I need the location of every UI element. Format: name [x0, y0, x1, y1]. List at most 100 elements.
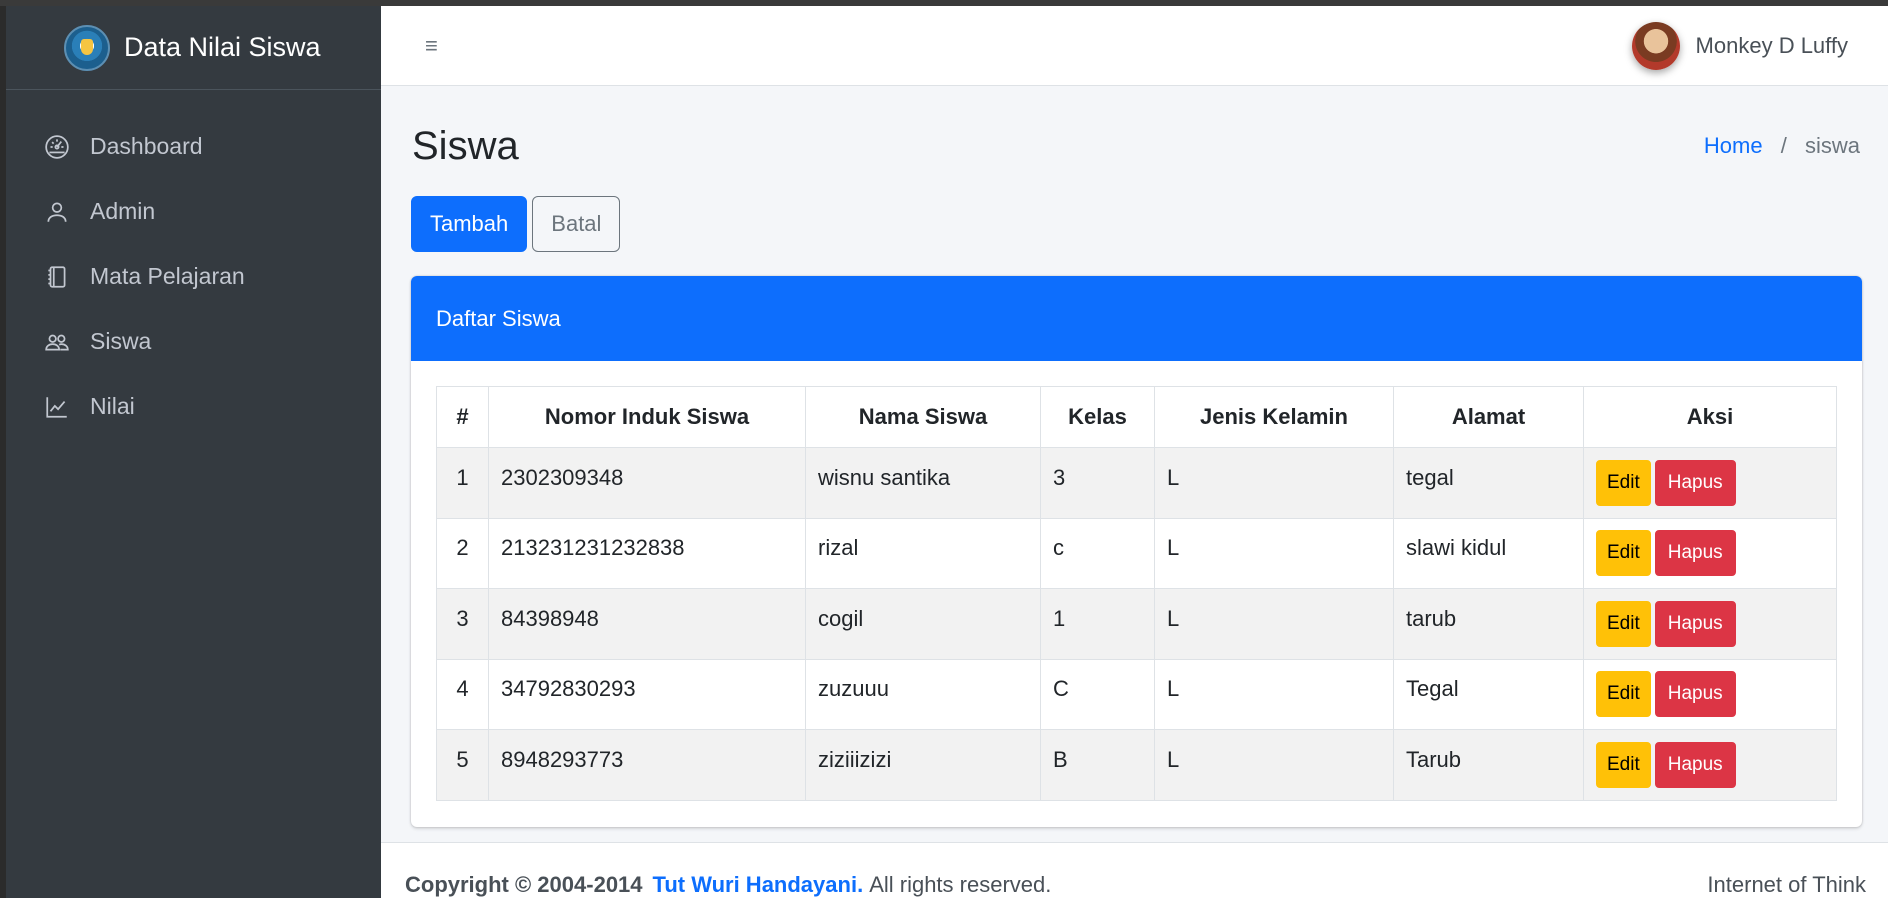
sidebar-item-label: Siswa	[90, 328, 152, 354]
aksi-cell: Edit Hapus	[1583, 658, 1837, 730]
aksi-cell: Edit Hapus	[1583, 588, 1837, 660]
table-row: 4 34792830293 zuzuuu C L Tegal Edit Hapus	[436, 658, 1837, 730]
alamat-cell: tegal	[1393, 447, 1584, 519]
column-header: Jenis Kelamin	[1154, 386, 1394, 448]
kelas-cell: 1	[1040, 588, 1155, 660]
tambah-button[interactable]: Tambah	[411, 196, 528, 252]
kelas-cell: c	[1040, 517, 1155, 589]
user-icon	[44, 199, 70, 225]
batal-button[interactable]: Batal	[532, 196, 621, 252]
page-title: Siswa	[412, 123, 519, 168]
sidebar-item-siswa[interactable]: Siswa	[6, 309, 381, 374]
alamat-cell: Tegal	[1393, 658, 1584, 730]
table-header-row: # Nomor Induk Siswa Nama Siswa Kelas Jen…	[436, 386, 1837, 448]
kelas-cell: 3	[1040, 447, 1155, 519]
alamat-cell: tarub	[1393, 588, 1584, 660]
aksi-cell: Edit Hapus	[1583, 517, 1837, 589]
breadcrumb-current: siswa	[1804, 133, 1860, 158]
row-number: 3	[436, 588, 489, 660]
aksi-cell: Edit Hapus	[1583, 729, 1837, 801]
table-row: 5 8948293773 ziziiizizi B L Tarub Edit Ha…	[436, 729, 1837, 801]
edit-button[interactable]: Edit	[1596, 459, 1651, 506]
column-header: #	[436, 386, 489, 448]
column-header: Aksi	[1583, 386, 1837, 448]
brand-title: Data Nilai Siswa	[124, 32, 321, 62]
sidebar-item-label: Dashboard	[90, 133, 203, 159]
footer: Copyright © 2004-2014 Tut Wuri Handayani…	[381, 842, 1888, 898]
nama-cell: wisnu santika	[805, 447, 1041, 519]
jenis-kelamin-cell: L	[1154, 517, 1394, 589]
kelas-cell: B	[1040, 729, 1155, 801]
breadcrumb-home-link[interactable]: Home	[1704, 133, 1763, 158]
row-number: 1	[436, 447, 489, 519]
jenis-kelamin-cell: L	[1154, 658, 1394, 730]
content-header: Siswa Home / siswa	[381, 86, 1888, 186]
sidebar-item-admin[interactable]: Admin	[6, 179, 381, 244]
column-header: Kelas	[1040, 386, 1155, 448]
kelas-cell: C	[1040, 658, 1155, 730]
sidebar-item-label: Mata Pelajaran	[90, 263, 245, 289]
row-number: 2	[436, 517, 489, 589]
hapus-button[interactable]: Hapus	[1654, 600, 1736, 647]
student-table: # Nomor Induk Siswa Nama Siswa Kelas Jen…	[436, 386, 1837, 801]
column-header: Alamat	[1393, 386, 1584, 448]
nama-cell: ziziiizizi	[805, 729, 1041, 801]
user-menu[interactable]: Monkey D Luffy	[1631, 21, 1848, 70]
sidebar-item-dashboard[interactable]: Dashboard	[6, 114, 381, 179]
table-row: 3 84398948 cogil 1 L tarub Edit Hapus	[436, 588, 1837, 660]
row-number: 4	[436, 658, 489, 730]
footer-right-text: Internet of Think	[1707, 872, 1866, 897]
nama-cell: cogil	[805, 588, 1041, 660]
alamat-cell: slawi kidul	[1393, 517, 1584, 589]
nis-cell: 8948293773	[488, 729, 806, 801]
nama-cell: rizal	[805, 517, 1041, 589]
jenis-kelamin-cell: L	[1154, 588, 1394, 660]
table-row: 2 213231231232838 rizal c L slawi kidul …	[436, 517, 1837, 589]
alamat-cell: Tarub	[1393, 729, 1584, 801]
column-header: Nomor Induk Siswa	[488, 386, 806, 448]
column-header: Nama Siswa	[805, 386, 1041, 448]
people-icon	[44, 329, 70, 355]
avatar	[1631, 21, 1680, 70]
user-name: Monkey D Luffy	[1695, 32, 1848, 58]
tut-wuri-logo-icon	[64, 24, 110, 71]
row-number: 5	[436, 729, 489, 801]
edit-button[interactable]: Edit	[1596, 671, 1651, 718]
breadcrumb-separator: /	[1780, 133, 1787, 158]
brand-link[interactable]: Data Nilai Siswa	[6, 6, 381, 90]
sidebar: Data Nilai Siswa Dashboard Admin Mata Pe…	[6, 6, 381, 898]
footer-link[interactable]: Tut Wuri Handayani.	[653, 872, 864, 898]
hapus-button[interactable]: Hapus	[1654, 530, 1736, 577]
graph-icon	[44, 394, 70, 420]
hapus-button[interactable]: Hapus	[1654, 741, 1736, 788]
sidebar-item-label: Admin	[90, 198, 156, 224]
nis-cell: 2302309348	[488, 447, 806, 519]
table-container: # Nomor Induk Siswa Nama Siswa Kelas Jen…	[411, 361, 1862, 801]
jenis-kelamin-cell: L	[1154, 729, 1394, 801]
aksi-cell: Edit Hapus	[1583, 447, 1837, 519]
sidebar-item-label: Nilai	[90, 393, 135, 419]
action-buttons: Tambah Batal	[381, 186, 1888, 252]
main-content: ≡ Monkey D Luffy Siswa Home / siswa Tamb…	[381, 6, 1888, 898]
topbar: ≡ Monkey D Luffy	[381, 6, 1888, 86]
edit-button[interactable]: Edit	[1596, 530, 1651, 577]
nama-cell: zuzuuu	[805, 658, 1041, 730]
hamburger-menu-icon[interactable]: ≡	[425, 33, 438, 59]
rights-text: All rights reserved.	[869, 872, 1052, 897]
card-title: Daftar Siswa	[411, 276, 1862, 361]
hapus-button[interactable]: Hapus	[1654, 459, 1736, 506]
edit-button[interactable]: Edit	[1596, 741, 1651, 788]
edit-button[interactable]: Edit	[1596, 600, 1651, 647]
nis-cell: 84398948	[488, 588, 806, 660]
copyright-text: Copyright © 2004-2014	[405, 872, 643, 897]
journals-icon	[44, 264, 70, 290]
hapus-button[interactable]: Hapus	[1654, 671, 1736, 718]
table-row: 1 2302309348 wisnu santika 3 L tegal Edi…	[436, 447, 1837, 519]
sidebar-nav: Dashboard Admin Mata Pelajaran Siswa Nil…	[6, 90, 381, 439]
nis-cell: 213231231232838	[488, 517, 806, 589]
jenis-kelamin-cell: L	[1154, 447, 1394, 519]
nis-cell: 34792830293	[488, 658, 806, 730]
breadcrumb: Home / siswa	[1704, 133, 1860, 159]
sidebar-item-nilai[interactable]: Nilai	[6, 374, 381, 439]
sidebar-item-mata-pelajaran[interactable]: Mata Pelajaran	[6, 244, 381, 309]
